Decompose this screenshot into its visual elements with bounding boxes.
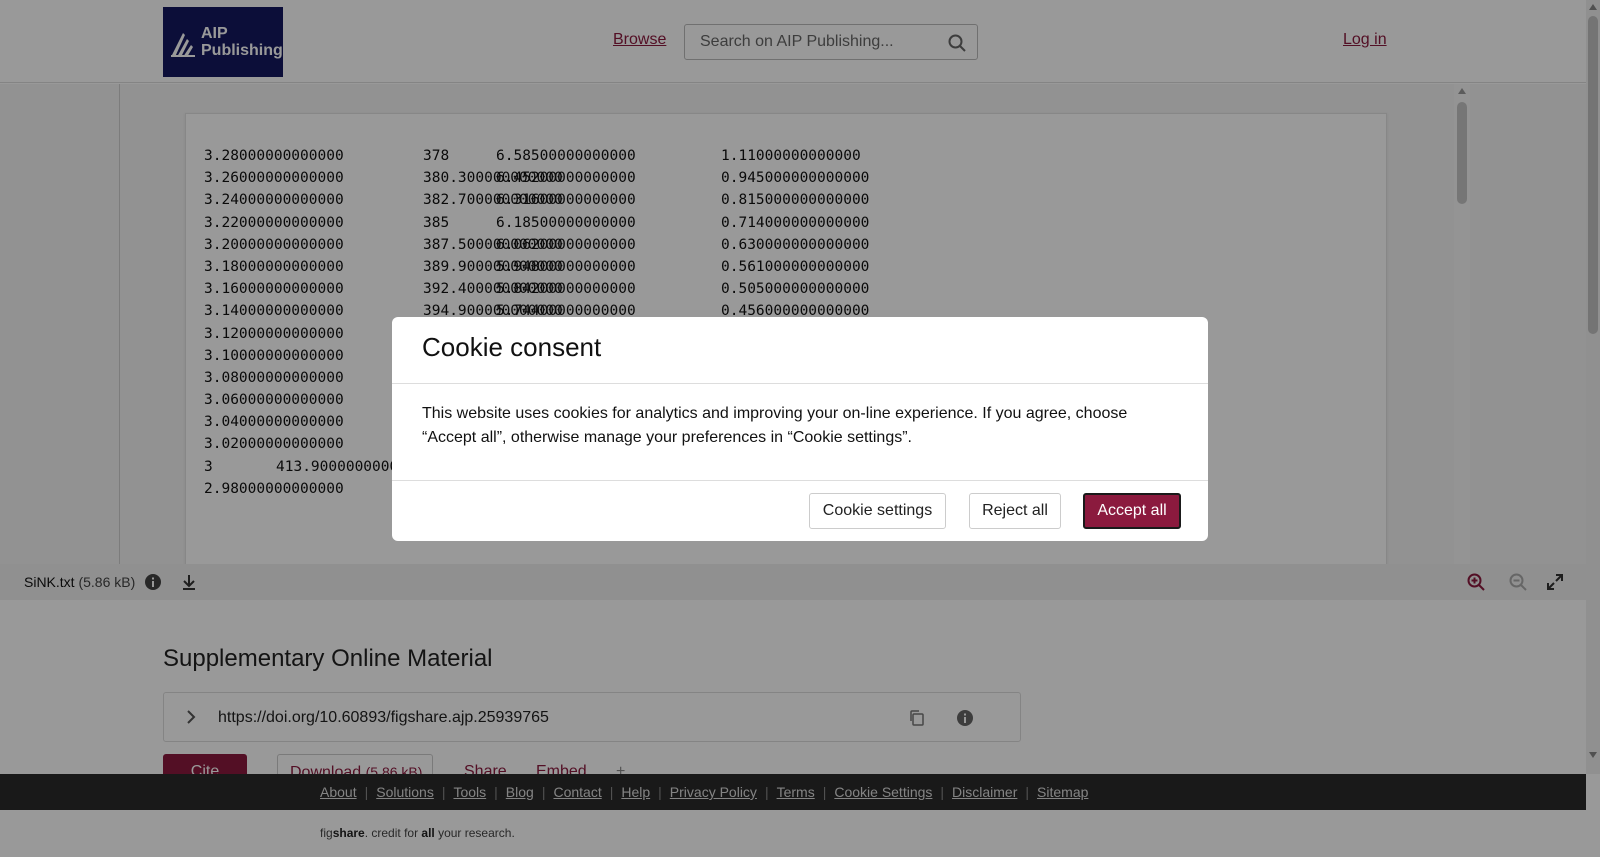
cookie-settings-button[interactable]: Cookie settings xyxy=(809,493,946,529)
page: AIP Publishing Browse Log in 3.280000000… xyxy=(0,0,1600,857)
dialog-divider-top xyxy=(392,383,1208,384)
reject-all-button[interactable]: Reject all xyxy=(969,493,1061,529)
dialog-body: This website uses cookies for analytics … xyxy=(422,405,1128,446)
cookie-consent-dialog: Cookie consent This website uses cookies… xyxy=(392,317,1208,541)
accept-all-button[interactable]: Accept all xyxy=(1083,493,1181,529)
dialog-divider-bottom xyxy=(392,480,1208,481)
dialog-title: Cookie consent xyxy=(422,332,602,362)
